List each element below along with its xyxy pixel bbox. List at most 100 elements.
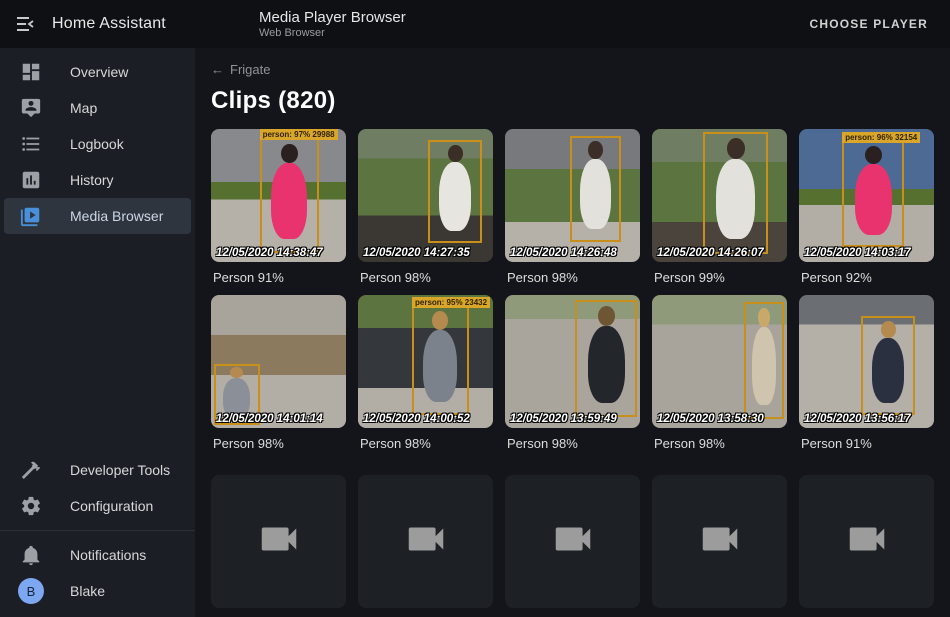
clip-thumbnail: 12/05/2020 14:01:14 bbox=[211, 295, 346, 428]
sidebar-item-label: Notifications bbox=[70, 547, 146, 563]
dashboard-icon bbox=[20, 61, 42, 83]
clip-item[interactable]: person: 97% 2998812/05/2020 14:38:47 Pers… bbox=[211, 129, 346, 285]
sidebar-item-label: Logbook bbox=[70, 136, 124, 152]
clip-item[interactable]: 12/05/2020 13:58:30 Person 98% bbox=[652, 295, 787, 451]
clip-caption: Person 98% bbox=[505, 436, 640, 451]
play-box-multiple-icon bbox=[20, 205, 42, 227]
folder-thumbnail bbox=[505, 475, 640, 608]
sidebar: Overview Map Logbook History Media Browser D… bbox=[0, 48, 195, 617]
clips-grid: person: 97% 2998812/05/2020 14:38:47 Pers… bbox=[211, 129, 934, 461]
folder-item[interactable]: This Month (502) bbox=[505, 475, 640, 617]
clip-thumbnail: person: 96% 3215412/05/2020 14:03:17 bbox=[799, 129, 934, 262]
avatar: B bbox=[18, 578, 44, 604]
sidebar-item-map[interactable]: Map bbox=[4, 90, 191, 126]
detection-box bbox=[570, 136, 621, 242]
sidebar-toggle-icon[interactable] bbox=[14, 12, 38, 36]
clip-timestamp: 12/05/2020 13:56:17 bbox=[804, 413, 911, 425]
detection-box bbox=[703, 132, 768, 254]
sidebar-item-notifications[interactable]: Notifications bbox=[4, 537, 191, 573]
bell-icon bbox=[20, 544, 42, 566]
clip-item[interactable]: person: 95% 2343212/05/2020 14:00:52Pers… bbox=[358, 295, 493, 451]
detection-box: person: 97% 29988 bbox=[260, 138, 319, 252]
sidebar-item-developer-tools[interactable]: Developer Tools bbox=[4, 452, 191, 488]
clip-caption: Person 98% bbox=[652, 436, 787, 451]
sidebar-item-media-browser[interactable]: Media Browser bbox=[4, 198, 191, 234]
folder-thumbnail bbox=[652, 475, 787, 608]
clip-timestamp: 12/05/2020 13:58:30 bbox=[657, 413, 764, 425]
sidebar-bottom-nav: Notifications bbox=[0, 537, 195, 573]
clip-item[interactable]: 12/05/2020 14:27:35Person 98% bbox=[358, 129, 493, 285]
clip-caption: Person 92% bbox=[799, 270, 934, 285]
detection-label: person: 97% 29988 bbox=[260, 129, 338, 140]
detection-box bbox=[744, 302, 785, 419]
clip-timestamp: 12/05/2020 14:27:35 bbox=[363, 247, 470, 259]
sidebar-item-label: History bbox=[70, 172, 114, 188]
clip-caption: Person 98% bbox=[358, 436, 493, 451]
clip-item[interactable]: 12/05/2020 14:26:07 Person 99% bbox=[652, 129, 787, 285]
breadcrumb-back[interactable]: ← Frigate bbox=[211, 62, 270, 77]
clip-item[interactable]: person: 96% 3215412/05/2020 14:03:17Pers… bbox=[799, 129, 934, 285]
folder-thumbnail bbox=[211, 475, 346, 608]
sidebar-item-logbook[interactable]: Logbook bbox=[4, 126, 191, 162]
clip-item[interactable]: 12/05/2020 13:59:49 Person 98% bbox=[505, 295, 640, 451]
detection-box bbox=[861, 316, 915, 414]
clip-thumbnail: 12/05/2020 13:58:30 bbox=[652, 295, 787, 428]
media-browser-content: ← Frigate Clips (820) person: 97% 299881… bbox=[195, 48, 950, 617]
sidebar-nav: Overview Map Logbook History Media Browser bbox=[0, 54, 195, 234]
detection-box: person: 96% 32154 bbox=[842, 141, 904, 247]
page-title: Media Player Browser bbox=[259, 9, 406, 26]
clip-timestamp: 12/05/2020 14:00:52 bbox=[363, 413, 470, 425]
clip-caption: Person 99% bbox=[652, 270, 787, 285]
clip-item[interactable]: 12/05/2020 14:26:48Person 98% bbox=[505, 129, 640, 285]
clip-caption: Person 98% bbox=[505, 270, 640, 285]
page-heading: Clips (820) bbox=[211, 87, 934, 115]
folder-item[interactable]: Back (427) bbox=[799, 475, 934, 617]
sidebar-spacer bbox=[0, 234, 195, 452]
breadcrumb-label: Frigate bbox=[230, 62, 270, 77]
video-camera-icon bbox=[844, 516, 890, 567]
sidebar-item-overview[interactable]: Overview bbox=[4, 54, 191, 90]
folder-item[interactable]: Last Month (318) bbox=[652, 475, 787, 617]
clip-item[interactable]: 12/05/2020 14:01:14 Person 98% bbox=[211, 295, 346, 451]
video-camera-icon bbox=[403, 516, 449, 567]
sidebar-item-label: Overview bbox=[70, 64, 128, 80]
sidebar-item-label: Configuration bbox=[70, 498, 153, 514]
detection-label: person: 95% 23432 bbox=[412, 297, 490, 308]
choose-player-button[interactable]: CHOOSE PLAYER bbox=[801, 9, 936, 39]
video-camera-icon bbox=[697, 516, 743, 567]
clip-caption: Person 91% bbox=[211, 270, 346, 285]
cog-icon bbox=[20, 495, 42, 517]
sidebar-item-label: Media Browser bbox=[70, 208, 163, 224]
clip-item[interactable]: 12/05/2020 13:56:17Person 91% bbox=[799, 295, 934, 451]
clip-thumbnail: 12/05/2020 13:59:49 bbox=[505, 295, 640, 428]
detection-box: person: 95% 23432 bbox=[412, 306, 469, 415]
chart-box-icon bbox=[20, 169, 42, 191]
sidebar-item-history[interactable]: History bbox=[4, 162, 191, 198]
clip-thumbnail: 12/05/2020 13:56:17 bbox=[799, 295, 934, 428]
sidebar-item-configuration[interactable]: Configuration bbox=[4, 488, 191, 524]
clip-caption: Person 98% bbox=[211, 436, 346, 451]
list-bulleted-icon bbox=[20, 133, 42, 155]
sidebar-item-user[interactable]: B Blake bbox=[4, 573, 191, 609]
back-arrow-icon: ← bbox=[211, 62, 224, 77]
clip-thumbnail: person: 97% 2998812/05/2020 14:38:47 bbox=[211, 129, 346, 262]
sidebar-divider bbox=[0, 530, 195, 531]
video-camera-icon bbox=[256, 516, 302, 567]
folder-item[interactable]: Today (164) bbox=[211, 475, 346, 617]
clip-thumbnail: 12/05/2020 14:27:35 bbox=[358, 129, 493, 262]
detection-label: person: 96% 32154 bbox=[842, 132, 920, 143]
detection-box bbox=[428, 140, 482, 244]
folder-item[interactable]: Yesterday (209) bbox=[358, 475, 493, 617]
sidebar-item-label: Map bbox=[70, 100, 97, 116]
sidebar-header: Home Assistant bbox=[0, 12, 195, 36]
clip-timestamp: 12/05/2020 14:01:14 bbox=[216, 413, 323, 425]
sidebar-footer-nav: Developer Tools Configuration bbox=[0, 452, 195, 524]
clip-timestamp: 12/05/2020 14:03:17 bbox=[804, 247, 911, 259]
folders-grid: Today (164)Yesterday (209)This Month (50… bbox=[211, 475, 934, 617]
clip-thumbnail: person: 95% 2343212/05/2020 14:00:52 bbox=[358, 295, 493, 428]
user-name: Blake bbox=[70, 583, 105, 599]
folder-thumbnail bbox=[799, 475, 934, 608]
folder-thumbnail bbox=[358, 475, 493, 608]
clip-timestamp: 12/05/2020 14:26:07 bbox=[657, 247, 764, 259]
app-title: Home Assistant bbox=[52, 15, 166, 33]
